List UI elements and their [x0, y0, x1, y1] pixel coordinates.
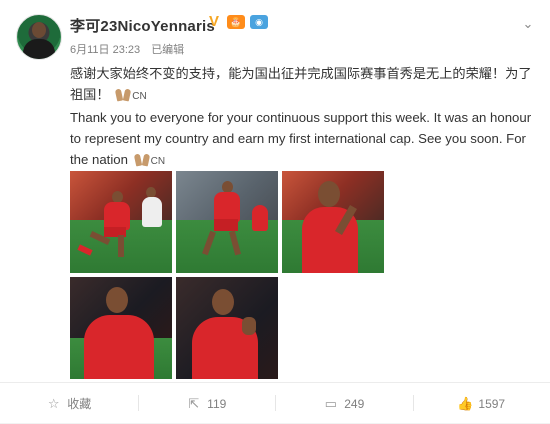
player-head — [212, 289, 234, 315]
opponent-jersey — [142, 197, 162, 227]
praying-hands-icon — [134, 152, 150, 166]
like-count: 1597 — [478, 397, 505, 411]
favorite-label: 收藏 — [67, 395, 91, 412]
like-button[interactable]: 👍 1597 — [413, 383, 550, 424]
praying-hands-icon — [115, 87, 131, 101]
star-icon: ☆ — [46, 397, 61, 411]
user-badges: V 🎂 ◉ — [206, 14, 268, 30]
comment-icon: ▭ — [323, 397, 338, 411]
photo-1[interactable] — [70, 171, 172, 273]
share-icon: ⇱ — [186, 397, 201, 411]
verified-icon: V — [206, 14, 222, 30]
photo-3[interactable] — [282, 171, 384, 273]
cn-label: CN — [151, 156, 165, 167]
cn-label: CN — [132, 91, 146, 102]
player-jersey — [84, 315, 154, 379]
chevron-down-icon[interactable]: ⌄ — [520, 16, 536, 32]
weibo-post-card: 李可23NicoYennaris V 🎂 ◉ 6月11日 23:23 已编辑 ⌄… — [0, 0, 550, 423]
edited-label[interactable]: 已编辑 — [151, 44, 184, 56]
player-leg — [118, 235, 124, 257]
photo-4[interactable] — [70, 277, 172, 379]
photo-2[interactable] — [176, 171, 278, 273]
avatar-body — [23, 39, 55, 60]
photo-5[interactable] — [176, 277, 278, 379]
player-shorts — [214, 219, 238, 231]
player-hands — [242, 317, 256, 335]
member-badge-icon[interactable]: 🎂 — [227, 15, 245, 29]
level-badge-icon[interactable]: ◉ — [250, 15, 268, 29]
comment-button[interactable]: ▭ 249 — [275, 383, 413, 424]
player-jersey — [104, 202, 130, 230]
post-meta: 6月11日 23:23 已编辑 — [70, 41, 192, 57]
avatar[interactable] — [16, 14, 62, 60]
comment-count: 249 — [344, 397, 364, 411]
post-date[interactable]: 6月11日 23:23 — [70, 44, 140, 56]
player-jersey — [214, 192, 240, 222]
post-text-en: Thank you to everyone for your continuou… — [70, 107, 532, 172]
avatar-face — [32, 22, 46, 38]
favorite-button[interactable]: ☆ 收藏 — [0, 383, 138, 424]
repost-button[interactable]: ⇱ 119 — [138, 383, 276, 424]
player-head — [106, 287, 128, 313]
player-head — [318, 181, 340, 207]
post-text-cn: 感谢大家始终不变的支持，能为国出征并完成国际赛事首秀是无上的荣耀！为了祖国！ C… — [70, 63, 532, 107]
username[interactable]: 李可23NicoYennaris — [70, 15, 215, 36]
post-content: 感谢大家始终不变的支持，能为国出征并完成国际赛事首秀是无上的荣耀！为了祖国！ C… — [70, 63, 532, 172]
thumbs-up-icon: 👍 — [457, 397, 472, 411]
repost-count: 119 — [207, 397, 226, 411]
teammate-jersey — [252, 205, 268, 231]
action-bar: ☆ 收藏 ⇱ 119 ▭ 249 👍 1597 — [0, 382, 550, 424]
